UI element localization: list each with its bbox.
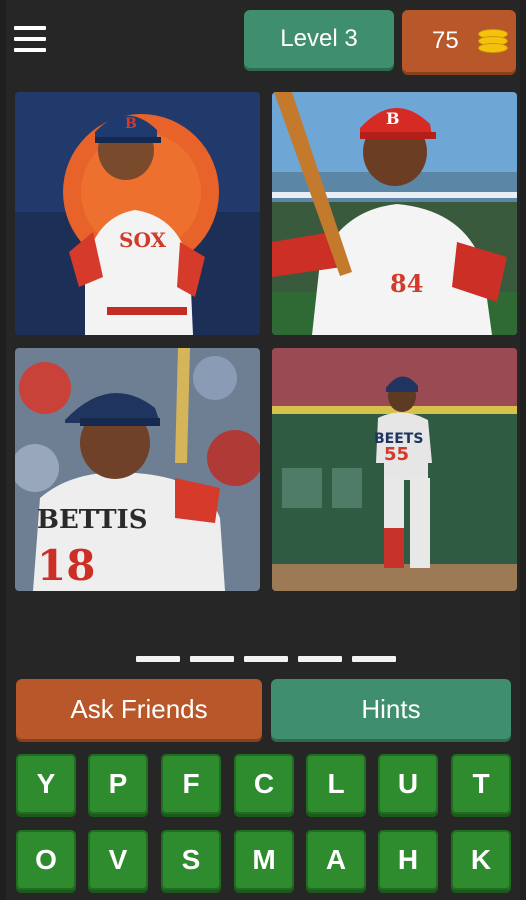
answer-slot[interactable] xyxy=(244,656,288,662)
letter-key[interactable]: U xyxy=(378,754,438,814)
coins-badge[interactable]: 75 xyxy=(402,10,516,72)
photo-player-at-bat-closeup[interactable]: BETTIS 18 xyxy=(15,348,260,591)
coin-stack-icon xyxy=(478,27,508,55)
letter-key[interactable]: T xyxy=(451,754,511,814)
answer-slot[interactable] xyxy=(136,656,180,662)
svg-text:18: 18 xyxy=(37,541,95,590)
letter-key[interactable]: K xyxy=(451,830,511,890)
hints-label: Hints xyxy=(361,693,421,724)
svg-text:B: B xyxy=(125,116,137,132)
answer-slot[interactable] xyxy=(298,656,342,662)
menu-bar xyxy=(14,48,46,52)
letter-key[interactable]: Y xyxy=(16,754,76,814)
level-label: Level 3 xyxy=(280,25,358,52)
photo-player-batting-stance[interactable]: B 84 xyxy=(272,92,517,335)
coin-count: 75 xyxy=(432,27,459,54)
letter-key[interactable]: F xyxy=(161,754,221,814)
letter-key[interactable]: H xyxy=(378,830,438,890)
svg-text:SOX: SOX xyxy=(119,228,167,252)
menu-bar xyxy=(14,26,46,30)
svg-text:B: B xyxy=(386,109,400,128)
svg-text:BETTIS: BETTIS xyxy=(37,505,148,535)
answer-slot[interactable] xyxy=(190,656,234,662)
ask-friends-button[interactable]: Ask Friends xyxy=(16,679,262,739)
letter-key[interactable]: S xyxy=(161,830,221,890)
photo-player-back-view-outfield[interactable]: BEETS 55 xyxy=(272,348,517,591)
menu-icon[interactable] xyxy=(14,26,46,54)
ask-friends-label: Ask Friends xyxy=(70,693,208,724)
level-badge: Level 3 xyxy=(244,10,394,68)
answer-slots xyxy=(136,656,398,664)
letter-key[interactable]: O xyxy=(16,830,76,890)
answer-slot[interactable] xyxy=(352,656,396,662)
letter-key[interactable]: M xyxy=(234,830,294,890)
jersey-number: 55 xyxy=(384,444,409,465)
letter-key[interactable]: L xyxy=(306,754,366,814)
svg-text:84: 84 xyxy=(390,269,423,298)
letter-key[interactable]: A xyxy=(306,830,366,890)
letter-key[interactable]: P xyxy=(88,754,148,814)
letter-key[interactable]: V xyxy=(88,830,148,890)
menu-bar xyxy=(14,37,46,41)
letter-key[interactable]: C xyxy=(234,754,294,814)
hints-button[interactable]: Hints xyxy=(271,679,511,739)
photo-player-sunset-portrait[interactable]: B SOX xyxy=(15,92,260,335)
